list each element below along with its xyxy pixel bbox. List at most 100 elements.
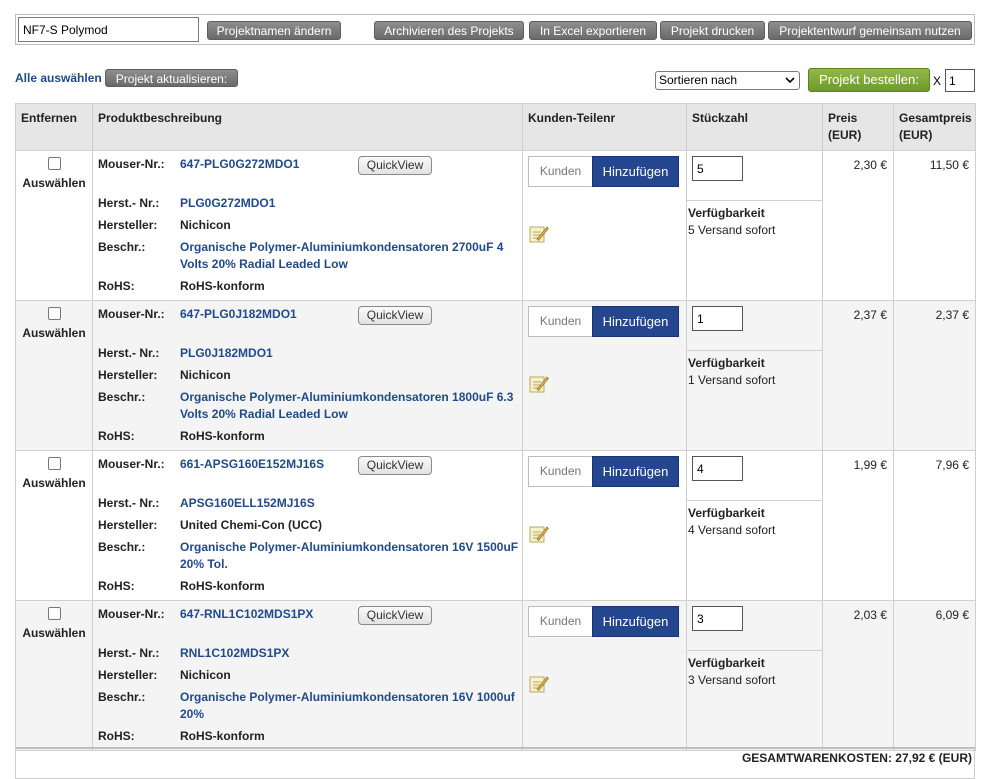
remove-checkbox[interactable] <box>48 307 61 320</box>
description-label: Beschr.: <box>98 390 146 404</box>
line-total: 6,09 € <box>935 608 969 622</box>
availability-title: Verfügbarkeit <box>688 206 765 220</box>
manufacturer-label: Hersteller: <box>98 368 158 382</box>
manufacturer-label: Hersteller: <box>98 518 158 532</box>
update-project-button[interactable]: Projekt aktualisieren: <box>105 69 238 87</box>
col-description-header: Produktbeschreibung <box>92 103 523 151</box>
description-link[interactable]: Organische Polymer-Aluminiumkondensatore… <box>180 539 520 573</box>
quantity-input[interactable] <box>692 456 743 481</box>
description-link[interactable]: Organische Polymer-Aluminiumkondensatore… <box>180 389 520 423</box>
select-all-link[interactable]: Alle auswählen <box>15 71 102 85</box>
add-customer-part-button[interactable]: Hinzufügen <box>592 456 679 487</box>
customer-part-input[interactable]: Kunden <box>528 606 593 637</box>
mouser-no-link[interactable]: 661-APSG160E152MJ16S <box>180 457 324 471</box>
rohs-value: RoHS-konform <box>180 579 265 593</box>
sort-select[interactable]: Sortieren nach <box>655 71 800 90</box>
table-row: Auswählen Mouser-Nr.: 661-APSG160E152MJ16S… <box>15 450 976 601</box>
description-link[interactable]: Organische Polymer-Aluminiumkondensatore… <box>180 239 520 273</box>
mouser-no-link[interactable]: 647-RNL1C102MDS1PX <box>180 607 313 621</box>
col-qty-header: Stückzahl <box>686 103 823 151</box>
edit-note-icon[interactable] <box>529 674 549 697</box>
description-label: Beschr.: <box>98 690 146 704</box>
add-customer-part-button[interactable]: Hinzufügen <box>592 306 679 337</box>
print-project-button[interactable]: Projekt drucken <box>660 21 765 40</box>
edit-note-icon[interactable] <box>529 524 549 547</box>
description-label: Beschr.: <box>98 240 146 254</box>
export-excel-button[interactable]: In Excel exportieren <box>529 21 657 40</box>
mouser-no-label: Mouser-Nr.: <box>98 157 165 171</box>
order-project-button[interactable]: Projekt bestellen: <box>808 68 930 92</box>
rename-project-button[interactable]: Projektnamen ändern <box>207 21 341 40</box>
manufacturer-value: Nichicon <box>180 668 231 682</box>
customer-part-input[interactable]: Kunden <box>528 156 593 187</box>
edit-note-icon[interactable] <box>529 374 549 397</box>
grand-total: GESAMTWARENKOSTEN: 27,92 € (EUR) <box>741 751 972 765</box>
rohs-label: RoHS: <box>98 279 135 293</box>
table-row: Auswählen Mouser-Nr.: 647-PLG0J182MDO1 Quic… <box>15 300 976 451</box>
mfr-no-link[interactable]: RNL1C102MDS1PX <box>180 646 289 660</box>
quantity-input[interactable] <box>692 156 743 181</box>
customer-part-input[interactable]: Kunden <box>528 306 593 337</box>
description-link[interactable]: Organische Polymer-Aluminiumkondensatore… <box>180 689 520 723</box>
line-total: 11,50 € <box>929 158 969 172</box>
share-project-button[interactable]: Projektentwurf gemeinsam nutzen <box>768 21 972 40</box>
mouser-no-link[interactable]: 647-PLG0J182MDO1 <box>180 307 297 321</box>
line-total: 7,96 € <box>935 458 969 472</box>
line-total: 2,37 € <box>935 308 969 322</box>
edit-note-icon[interactable] <box>529 224 549 247</box>
remove-checkbox[interactable] <box>48 607 61 620</box>
manufacturer-label: Hersteller: <box>98 218 158 232</box>
select-label: Auswählen <box>22 626 86 640</box>
sort-select-value: Sortieren nach <box>659 73 738 87</box>
manufacturer-value: United Chemi-Con (UCC) <box>180 518 322 532</box>
unit-price: 2,30 € <box>853 158 887 172</box>
add-customer-part-button[interactable]: Hinzufügen <box>592 606 679 637</box>
col-total-header: Gesamtpreis (EUR) <box>893 103 976 151</box>
rohs-label: RoHS: <box>98 429 135 443</box>
availability-value: 5 Versand sofort <box>688 223 776 237</box>
table-row: Auswählen Mouser-Nr.: 647-RNL1C102MDS1PX Qu… <box>15 600 976 751</box>
mfr-no-label: Herst.- Nr.: <box>98 646 160 660</box>
mfr-no-link[interactable]: PLG0J182MDO1 <box>180 346 273 360</box>
manufacturer-value: Nichicon <box>180 218 231 232</box>
rohs-label: RoHS: <box>98 729 135 743</box>
rohs-value: RoHS-konform <box>180 429 265 443</box>
order-multiplier-input[interactable] <box>945 69 975 92</box>
add-customer-part-button[interactable]: Hinzufügen <box>592 156 679 187</box>
summary-bar: GESAMTWARENKOSTEN: 27,92 € (EUR) <box>15 747 975 779</box>
availability-title: Verfügbarkeit <box>688 506 765 520</box>
quantity-input[interactable] <box>692 306 743 331</box>
mfr-no-label: Herst.- Nr.: <box>98 496 160 510</box>
mouser-no-link[interactable]: 647-PLG0G272MDO1 <box>180 157 299 171</box>
rohs-label: RoHS: <box>98 579 135 593</box>
project-table: Entfernen Produktbeschreibung Kunden-Tei… <box>15 103 976 751</box>
remove-checkbox[interactable] <box>48 157 61 170</box>
mfr-no-link[interactable]: PLG0G272MDO1 <box>180 196 275 210</box>
quickview-button[interactable]: QuickView <box>358 606 432 625</box>
quantity-input[interactable] <box>692 606 743 631</box>
table-header-row: Entfernen Produktbeschreibung Kunden-Tei… <box>15 103 976 151</box>
unit-price: 1,99 € <box>853 458 887 472</box>
remove-checkbox[interactable] <box>48 457 61 470</box>
rohs-value: RoHS-konform <box>180 729 265 743</box>
quickview-button[interactable]: QuickView <box>358 156 432 175</box>
customer-part-input[interactable]: Kunden <box>528 456 593 487</box>
quickview-button[interactable]: QuickView <box>358 306 432 325</box>
availability-title: Verfügbarkeit <box>688 656 765 670</box>
mouser-no-label: Mouser-Nr.: <box>98 307 165 321</box>
quickview-button[interactable]: QuickView <box>358 456 432 475</box>
availability-divider <box>687 350 822 351</box>
availability-title: Verfügbarkeit <box>688 356 765 370</box>
unit-price: 2,37 € <box>853 308 887 322</box>
mfr-no-label: Herst.- Nr.: <box>98 346 160 360</box>
project-name-input[interactable] <box>18 17 199 42</box>
select-label: Auswählen <box>22 176 86 190</box>
archive-project-button[interactable]: Archivieren des Projekts <box>374 21 524 40</box>
select-label: Auswählen <box>22 326 86 340</box>
mouser-no-label: Mouser-Nr.: <box>98 457 165 471</box>
manufacturer-label: Hersteller: <box>98 668 158 682</box>
rohs-value: RoHS-konform <box>180 279 265 293</box>
mfr-no-label: Herst.- Nr.: <box>98 196 160 210</box>
mfr-no-link[interactable]: APSG160ELL152MJ16S <box>180 496 315 510</box>
chevron-down-icon <box>785 72 795 95</box>
